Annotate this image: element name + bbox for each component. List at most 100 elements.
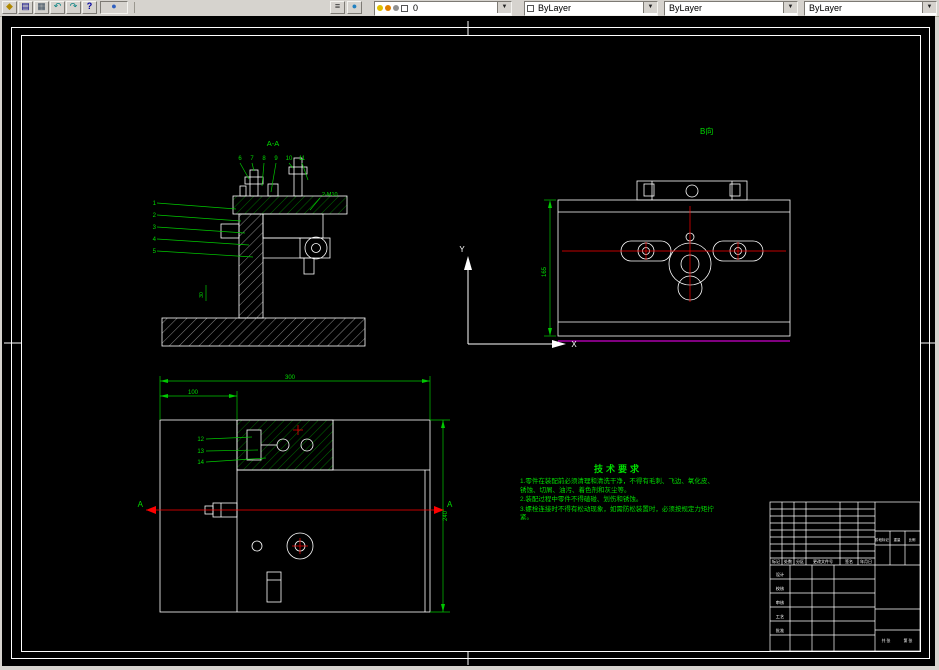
nut-a[interactable] bbox=[244, 176, 264, 185]
drawing-sheet[interactable]: 1 2 3 4 5 6 7 8 9 10 11 A-A 2-M10 30 165… bbox=[2, 16, 935, 666]
leader-3 bbox=[156, 226, 246, 234]
roller-inner[interactable] bbox=[311, 243, 321, 253]
drawing-canvas[interactable]: 1 2 3 4 5 6 7 8 9 10 11 A-A 2-M10 30 165… bbox=[2, 16, 935, 666]
plan-balloon-12[interactable]: 12 bbox=[197, 437, 204, 443]
layer-freeze-icon bbox=[385, 5, 391, 11]
layer-combo-value: 0 bbox=[413, 3, 419, 13]
slide-body[interactable] bbox=[262, 213, 324, 239]
b-body-outline[interactable] bbox=[557, 199, 791, 337]
b-bracket-boss[interactable] bbox=[685, 184, 699, 198]
leader-6 bbox=[239, 162, 250, 180]
plan-dim-side[interactable]: 240 bbox=[443, 510, 449, 521]
color-chip-wrap bbox=[527, 5, 534, 12]
thread-callout[interactable]: 2-M10 bbox=[322, 192, 338, 198]
b-bolt-right[interactable] bbox=[729, 183, 741, 197]
balloon-9[interactable]: 9 bbox=[274, 156, 278, 162]
base-plate[interactable] bbox=[161, 317, 366, 347]
b-bolt-left[interactable] bbox=[643, 183, 655, 197]
plan-dim-total[interactable]: 300 bbox=[285, 375, 296, 381]
tb-role-process: 工艺 bbox=[776, 614, 784, 619]
layer-states-icon[interactable]: ● bbox=[347, 1, 362, 14]
b-view-label[interactable]: B向 bbox=[700, 126, 713, 136]
linetype-combo-value: ByLayer bbox=[669, 3, 703, 13]
balloon-3[interactable]: 3 bbox=[153, 225, 157, 231]
properties-icon[interactable]: ● bbox=[100, 1, 128, 14]
layers-icon[interactable]: ≡ bbox=[330, 1, 345, 14]
plan-balloon-14[interactable]: 14 bbox=[197, 460, 204, 466]
balloon-2[interactable]: 2 bbox=[153, 213, 157, 219]
balloon-4[interactable]: 4 bbox=[153, 237, 157, 243]
linetype-combo[interactable]: ByLayer ▼ bbox=[664, 1, 798, 16]
b-direction-view[interactable]: 165 B向 bbox=[542, 126, 791, 342]
balloon-11[interactable]: 11 bbox=[299, 156, 306, 162]
linetype-combo-dropdown-icon[interactable]: ▼ bbox=[783, 2, 797, 13]
tb-rev-col-5: 签名 bbox=[845, 558, 853, 564]
lineweight-combo-dropdown-icon[interactable]: ▼ bbox=[922, 2, 936, 13]
plan-slot[interactable] bbox=[246, 429, 262, 461]
tb-rev-col-1: 标记 bbox=[772, 558, 780, 564]
layer-combo[interactable]: 0 ▼ bbox=[374, 1, 512, 16]
layer-color-chip bbox=[401, 5, 408, 12]
locating-pin[interactable] bbox=[239, 185, 247, 197]
roller-outer[interactable] bbox=[304, 236, 328, 260]
layer-states-glyph: ● bbox=[351, 1, 358, 11]
print-icon[interactable]: ▦ bbox=[34, 1, 49, 14]
plan-balloon-13[interactable]: 13 bbox=[197, 449, 204, 455]
redo-icon[interactable]: ↷ bbox=[66, 1, 81, 14]
front-dim-30[interactable]: 30 bbox=[199, 292, 205, 298]
dim-arrow-4 bbox=[229, 394, 237, 398]
help-icon[interactable]: ? bbox=[82, 1, 97, 14]
clamp-block[interactable] bbox=[299, 237, 331, 259]
section-label-aa[interactable]: A-A bbox=[267, 139, 280, 148]
leader-4 bbox=[156, 238, 250, 246]
plan-bolt[interactable] bbox=[266, 571, 282, 603]
technical-requirements[interactable]: 技术要求 1.零件在装配前必须清理和清洗干净，不得有毛刺、飞边、氧化皮、锈蚀、切… bbox=[520, 462, 716, 524]
plan-view[interactable]: A A 300 100 240 12 13 14 bbox=[138, 375, 453, 613]
front-section-view[interactable]: 1 2 3 4 5 6 7 8 9 10 11 A-A 2-M10 30 bbox=[153, 139, 366, 347]
stud-b[interactable] bbox=[293, 157, 303, 197]
balloon-1[interactable]: 1 bbox=[153, 201, 157, 207]
color-combo[interactable]: ByLayer ▼ bbox=[524, 1, 658, 16]
save-icon[interactable]: ▤ bbox=[18, 1, 33, 14]
sheet-frame bbox=[4, 21, 935, 665]
balloon-5[interactable]: 5 bbox=[153, 249, 157, 255]
stud-a[interactable] bbox=[249, 169, 259, 197]
ucs-y-arrowhead bbox=[464, 256, 472, 270]
layer-combo-dropdown-icon[interactable]: ▼ bbox=[497, 2, 511, 13]
tb-role-review: 审核 bbox=[776, 599, 785, 606]
tb-rev-col-6: 年月日 bbox=[860, 558, 872, 564]
balloon-8[interactable]: 8 bbox=[262, 156, 266, 162]
tech-req-title: 技术要求 bbox=[593, 464, 642, 474]
lineweight-combo[interactable]: ByLayer ▼ bbox=[804, 1, 937, 16]
tb-rev-col-2: 处数 bbox=[784, 558, 792, 564]
tb-rev-col-4: 更改文件号 bbox=[813, 558, 833, 564]
left-clamp[interactable] bbox=[220, 223, 240, 239]
plan-pin-hole[interactable] bbox=[251, 540, 263, 552]
balloon-6[interactable]: 6 bbox=[238, 156, 242, 162]
balloon-7[interactable]: 7 bbox=[250, 156, 254, 162]
plan-dim-left[interactable]: 100 bbox=[188, 390, 199, 396]
b-dim-arrow-top bbox=[548, 200, 552, 208]
ucs-icon: Y X bbox=[459, 245, 577, 349]
open-icon[interactable]: ◆ bbox=[2, 1, 17, 14]
redo-glyph: ↷ bbox=[69, 1, 78, 11]
fixture-plate[interactable] bbox=[232, 195, 348, 215]
section-a-left[interactable]: A bbox=[138, 500, 144, 509]
bylayer-color-chip bbox=[527, 5, 534, 12]
column[interactable] bbox=[238, 213, 264, 319]
undo-glyph: ↶ bbox=[53, 1, 62, 11]
screw[interactable] bbox=[303, 257, 315, 275]
spacer[interactable] bbox=[267, 183, 279, 197]
color-combo-dropdown-icon[interactable]: ▼ bbox=[643, 2, 657, 13]
leader-2 bbox=[156, 214, 242, 222]
title-block[interactable]: 标记 处数 分区 更改文件号 签名 年月日 设计 校核 审核 工艺 批准 阶段标… bbox=[769, 501, 921, 652]
dim-arrow-3 bbox=[160, 394, 168, 398]
layer-lock-icon bbox=[393, 5, 399, 11]
b-dim-height[interactable]: 165 bbox=[542, 266, 548, 277]
section-a-right[interactable]: A bbox=[447, 500, 453, 509]
undo-icon[interactable]: ↶ bbox=[50, 1, 65, 14]
properties-glyph: ● bbox=[111, 1, 117, 11]
tech-req-item-1: 1.零件在装配前必须清理和清洗干净，不得有毛刺、飞边、氧化皮、锈蚀、切屑、油污、… bbox=[520, 478, 714, 494]
layer-on-icon bbox=[377, 5, 383, 11]
balloon-10[interactable]: 10 bbox=[286, 156, 293, 162]
